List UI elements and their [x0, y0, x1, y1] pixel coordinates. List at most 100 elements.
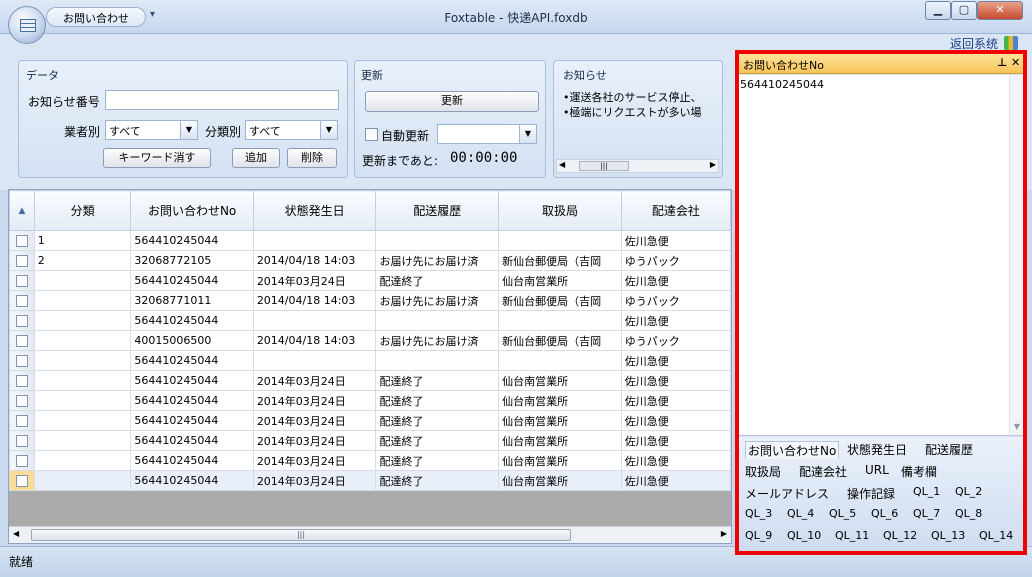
update-button[interactable]: 更新 — [365, 91, 539, 112]
table-cell[interactable]: 564410245044 — [130, 430, 254, 451]
panel-field-item[interactable]: QL_9 — [745, 529, 772, 542]
panel-field-item[interactable]: QL_12 — [883, 529, 917, 542]
grid-horizontal-scrollbar[interactable]: ◀ ||| ▶ — [9, 526, 731, 543]
row-checkbox[interactable] — [15, 355, 28, 367]
auto-update-checkbox[interactable] — [365, 128, 378, 141]
row-checkbox[interactable] — [15, 435, 28, 447]
table-cell[interactable]: 配達終了 — [375, 410, 500, 431]
panel-field-item[interactable]: QL_10 — [787, 529, 821, 542]
row-checkbox[interactable] — [15, 375, 28, 387]
panel-field-item[interactable]: QL_8 — [955, 507, 982, 520]
table-cell[interactable]: 佐川急便 — [620, 410, 731, 431]
table-cell[interactable]: 2014年03月24日 — [252, 270, 377, 291]
chevron-right-icon[interactable]: ▶ — [710, 160, 716, 169]
app-grid-icon[interactable] — [1004, 36, 1018, 50]
table-cell[interactable]: ゆうパック — [620, 250, 731, 271]
table-cell[interactable]: 新仙台郵便局（吉岡 — [498, 330, 622, 351]
clear-keyword-button[interactable]: キーワード消す — [103, 148, 211, 168]
table-cell[interactable]: お届け先にお届け済 — [375, 330, 500, 351]
notice-scrollbar[interactable]: ◀ ||| ▶ — [556, 159, 719, 173]
table-cell[interactable]: 564410245044 — [130, 350, 254, 371]
panel-field-item[interactable]: 状態発生日 — [847, 441, 907, 458]
panel-field-item[interactable]: QL_1 — [913, 485, 940, 498]
table-cell[interactable]: 新仙台郵便局（吉岡 — [498, 290, 622, 311]
table-cell[interactable]: 佐川急便 — [620, 430, 731, 451]
row-checkbox-cell[interactable] — [9, 250, 35, 271]
column-header-inquiry-no[interactable]: お問い合わせNo — [130, 190, 254, 231]
panel-field-item[interactable]: 操作記録 — [847, 485, 895, 502]
row-checkbox[interactable] — [15, 335, 28, 347]
table-row[interactable]: 40015006500 2014/04/18 14:03 お届け先にお届け済 新仙台郵… — [9, 330, 731, 351]
row-checkbox[interactable] — [15, 455, 28, 467]
table-cell[interactable]: 564410245044 — [130, 370, 254, 391]
row-checkbox-cell[interactable] — [9, 470, 35, 491]
table-cell[interactable] — [498, 350, 622, 371]
pin-icon[interactable]: ⊥ — [997, 56, 1007, 69]
update-interval-select[interactable]: ▼ — [437, 124, 537, 144]
panel-field-item[interactable]: メールアドレス — [745, 485, 829, 502]
table-row[interactable]: 564410245044 佐川急便 — [9, 310, 731, 331]
panel-field-item[interactable]: 配達会社 — [799, 463, 847, 480]
column-header-delivery-history[interactable]: 配送履歴 — [375, 190, 500, 231]
table-cell[interactable]: 2014年03月24日 — [252, 410, 377, 431]
panel-field-item[interactable]: 備考欄 — [901, 463, 937, 480]
table-cell[interactable] — [375, 310, 500, 331]
table-cell[interactable]: 32068771011 — [130, 290, 254, 311]
table-cell[interactable] — [33, 350, 132, 371]
panel-field-item[interactable]: QL_3 — [745, 507, 772, 520]
table-cell[interactable]: 配達終了 — [375, 450, 500, 471]
table-cell[interactable]: 仙台南営業所 — [498, 430, 622, 451]
notice-no-input[interactable] — [105, 90, 339, 110]
panel-field-item[interactable]: QL_13 — [931, 529, 965, 542]
panel-value[interactable]: 564410245044 — [740, 78, 824, 91]
row-checkbox-cell[interactable] — [9, 350, 35, 371]
sort-icon[interactable]: ▲ — [9, 190, 35, 231]
table-cell[interactable] — [33, 450, 132, 471]
table-cell[interactable]: 配達終了 — [375, 430, 500, 451]
table-cell[interactable]: 2014/04/18 14:03 — [252, 330, 377, 351]
row-checkbox-cell[interactable] — [9, 310, 35, 331]
table-cell[interactable]: 2014年03月24日 — [252, 390, 377, 411]
panel-field-item[interactable]: QL_6 — [871, 507, 898, 520]
table-cell[interactable]: 仙台南営業所 — [498, 390, 622, 411]
table-cell[interactable] — [33, 430, 132, 451]
table-cell[interactable]: お届け先にお届け済 — [375, 290, 500, 311]
scroll-thumb[interactable]: ||| — [579, 161, 629, 171]
panel-field-item[interactable]: URL — [865, 463, 889, 477]
table-cell[interactable]: 564410245044 — [130, 230, 254, 251]
column-header-office[interactable]: 取扱局 — [498, 190, 622, 231]
table-row[interactable]: 564410245044 2014年03月24日 配達終了 仙台南営業所 佐川急便 — [9, 390, 731, 411]
table-cell[interactable]: 564410245044 — [130, 470, 254, 491]
panel-field-item[interactable]: QL_5 — [829, 507, 856, 520]
row-checkbox-cell[interactable] — [9, 270, 35, 291]
table-cell[interactable]: ゆうパック — [620, 330, 731, 351]
panel-field-item[interactable]: QL_7 — [913, 507, 940, 520]
table-row[interactable]: 564410245044 2014年03月24日 配達終了 仙台南営業所 佐川急便 — [9, 370, 731, 391]
maximize-button[interactable]: ▢ — [951, 1, 977, 20]
table-cell[interactable]: 配達終了 — [375, 270, 500, 291]
table-cell[interactable] — [33, 390, 132, 411]
table-cell[interactable] — [33, 270, 132, 291]
table-cell[interactable]: 配達終了 — [375, 390, 500, 411]
column-header-category[interactable]: 分類 — [33, 190, 132, 231]
chevron-right-icon[interactable]: ▶ — [721, 529, 727, 538]
column-header-carrier[interactable]: 配達会社 — [620, 190, 731, 231]
row-checkbox-cell[interactable] — [9, 450, 35, 471]
close-button[interactable]: ✕ — [977, 1, 1023, 20]
row-checkbox[interactable] — [15, 275, 28, 287]
table-row[interactable]: 2 32068772105 2014/04/18 14:03 お届け先にお届け済 新仙台… — [9, 250, 731, 271]
delete-button[interactable]: 削除 — [287, 148, 337, 168]
scroll-thumb[interactable]: ||| — [31, 529, 571, 541]
table-cell[interactable] — [252, 310, 377, 331]
panel-field-item[interactable]: QL_11 — [835, 529, 869, 542]
table-row[interactable]: 564410245044 2014年03月24日 配達終了 仙台南営業所 佐川急便 — [9, 430, 731, 451]
table-cell[interactable] — [33, 310, 132, 331]
panel-vertical-scrollbar[interactable]: ▼ — [1009, 75, 1023, 435]
row-checkbox[interactable] — [15, 235, 28, 247]
table-cell[interactable]: ゆうパック — [620, 290, 731, 311]
panel-field-item[interactable]: お問い合わせNo — [745, 441, 840, 459]
table-cell[interactable]: 564410245044 — [130, 270, 254, 291]
table-cell[interactable]: 2014年03月24日 — [252, 370, 377, 391]
row-checkbox-cell[interactable] — [9, 390, 35, 411]
table-row[interactable]: 564410245044 2014年03月24日 配達終了 仙台南営業所 佐川急便 — [9, 470, 731, 491]
